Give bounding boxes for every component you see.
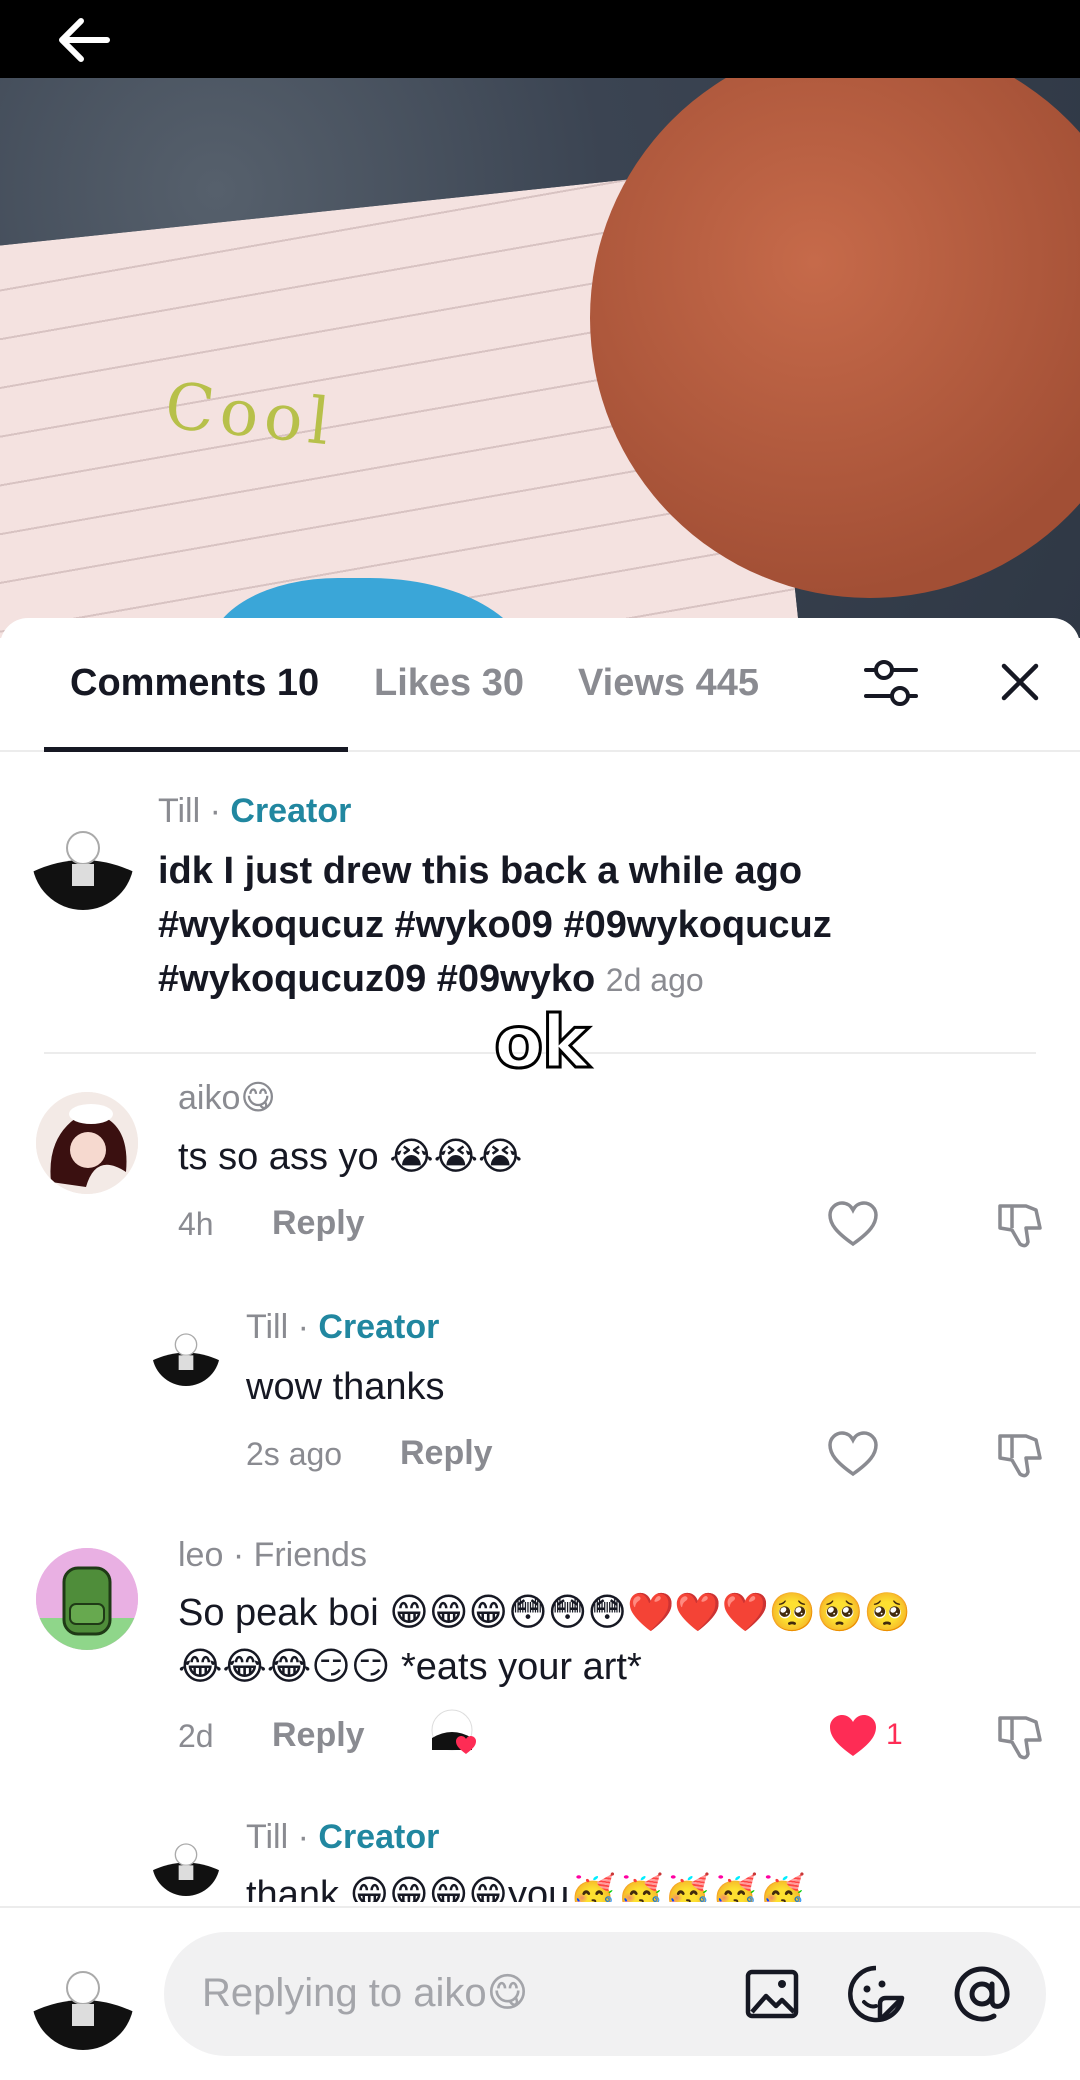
tab-comments[interactable]: Comments 10 <box>70 662 319 705</box>
comment-text: So peak boi 😁😁😁😳😳😳❤️❤️❤️🥺🥺🥺 😂😂😂😏😏 *eats … <box>178 1586 1058 1694</box>
comment-author[interactable]: Till · Creator <box>246 1818 439 1857</box>
backpack-avatar-art <box>36 1548 138 1650</box>
like-button[interactable] <box>826 1428 880 1482</box>
tab-views[interactable]: Views 445 <box>578 662 759 705</box>
creator-avatar-art <box>32 808 134 910</box>
creator-liked-avatar <box>431 1709 476 1754</box>
creator-badge: Creator <box>230 792 352 830</box>
my-avatar-art <box>32 1948 134 2050</box>
comment-text: thank 😁😁😁😁you🥳🥳🥳🥳🥳 <box>246 1874 806 1902</box>
tab-likes[interactable]: Likes 30 <box>374 662 524 705</box>
close-icon <box>1001 663 1039 701</box>
tab-bar: Comments 10 Likes 30 Views 445 <box>0 618 1080 752</box>
creator-avatar-art <box>152 1828 220 1896</box>
comment-line: So peak boi 😁😁😁😳😳😳❤️❤️❤️🥺🥺🥺 <box>178 1592 911 1634</box>
comment-input-placeholder: Replying to aiko😋 <box>202 1971 529 2015</box>
comment-list[interactable]: Till · Creator idk I just drew this back… <box>0 752 1080 1902</box>
comment-author[interactable]: Till · Creator <box>158 792 351 831</box>
like-button[interactable] <box>826 1198 880 1252</box>
reply-button[interactable]: Reply <box>400 1434 493 1473</box>
comment-time: 4h <box>178 1206 214 1242</box>
caption-text: idk I just drew this back a while ago #w… <box>158 844 1038 1007</box>
name-separator: · <box>200 792 231 830</box>
creator-badge: Creator <box>318 1308 440 1346</box>
reply-button[interactable]: Reply <box>272 1716 365 1755</box>
creator-avatar-art <box>152 1318 220 1386</box>
mention-icon <box>954 1966 1010 2022</box>
close-button[interactable] <box>992 654 1048 710</box>
heart-filled-icon <box>830 1715 876 1756</box>
sliders-icon <box>864 660 918 706</box>
filter-button[interactable] <box>862 654 920 712</box>
avatar[interactable] <box>32 808 134 910</box>
dislike-button[interactable] <box>992 1710 1046 1764</box>
thumbs-down-icon <box>998 1716 1042 1760</box>
top-bar <box>0 0 1080 78</box>
name-separator: · <box>288 1308 319 1346</box>
like-button[interactable] <box>826 1710 880 1764</box>
comment-line: 😂😂😂😏😏 *eats your art* <box>178 1646 642 1688</box>
dislike-button[interactable] <box>992 1198 1046 1252</box>
avatar <box>32 1948 134 2050</box>
thumbs-down-icon <box>998 1204 1042 1248</box>
author-name: Till <box>246 1818 289 1856</box>
caption-hashtags-line[interactable]: #wykoqucuz09 #09wyko <box>158 958 595 1000</box>
avatar[interactable] <box>152 1318 220 1386</box>
mention-button[interactable] <box>950 1962 1014 2026</box>
dislike-button[interactable] <box>992 1428 1046 1482</box>
caption-time: 2d ago <box>605 962 704 998</box>
comment-time: 2d <box>178 1718 214 1754</box>
author-name: Till <box>158 792 201 830</box>
name-separator: · <box>288 1818 319 1856</box>
comment-author[interactable]: leo · Friends <box>178 1536 367 1575</box>
heart-outline-icon <box>828 1431 878 1477</box>
creator-liked-badge <box>430 1708 480 1758</box>
creator-badge: Creator <box>318 1818 440 1856</box>
comment-input[interactable]: Replying to aiko😋 <box>164 1932 1046 2056</box>
image-icon <box>745 1969 799 2019</box>
comments-sheet: Comments 10 Likes 30 Views 445 Till · Cr… <box>0 618 1080 2080</box>
heart-outline-icon <box>828 1201 878 1247</box>
back-button[interactable] <box>52 12 116 68</box>
video-preview[interactable]: Cool <box>0 78 1080 638</box>
ok-overlay-text: ok <box>492 999 590 1086</box>
caption-hashtags[interactable]: #wykoqucuz #wyko09 #09wykoqucuz <box>158 898 1038 952</box>
thumbs-down-icon <box>998 1434 1042 1478</box>
sticker-icon <box>848 1965 905 2023</box>
comment-author[interactable]: Till · Creator <box>246 1308 439 1347</box>
comment-text: ts so ass yo 😭😭😭 <box>178 1136 523 1178</box>
like-count: 1 <box>886 1718 903 1751</box>
comment-time: 2s ago <box>246 1436 343 1472</box>
aiko-avatar-art <box>36 1092 138 1194</box>
sticker-button[interactable] <box>844 1962 908 2026</box>
author-name: Till <box>246 1308 289 1346</box>
avatar[interactable] <box>152 1828 220 1896</box>
avatar[interactable] <box>36 1092 138 1194</box>
caption-hashtags: #wykoqucuz09 #09wyko 2d ago <box>158 952 1038 1007</box>
image-button[interactable] <box>740 1962 804 2026</box>
comment-composer: Replying to aiko😋 <box>0 1906 1080 2080</box>
reply-button[interactable]: Reply <box>272 1204 365 1243</box>
caption-line: idk I just drew this back a while ago <box>158 850 803 892</box>
comment-author[interactable]: aiko😋 <box>178 1078 276 1118</box>
avatar[interactable] <box>36 1548 138 1650</box>
comment-text: wow thanks <box>246 1366 445 1408</box>
arrow-left-icon <box>59 18 110 62</box>
